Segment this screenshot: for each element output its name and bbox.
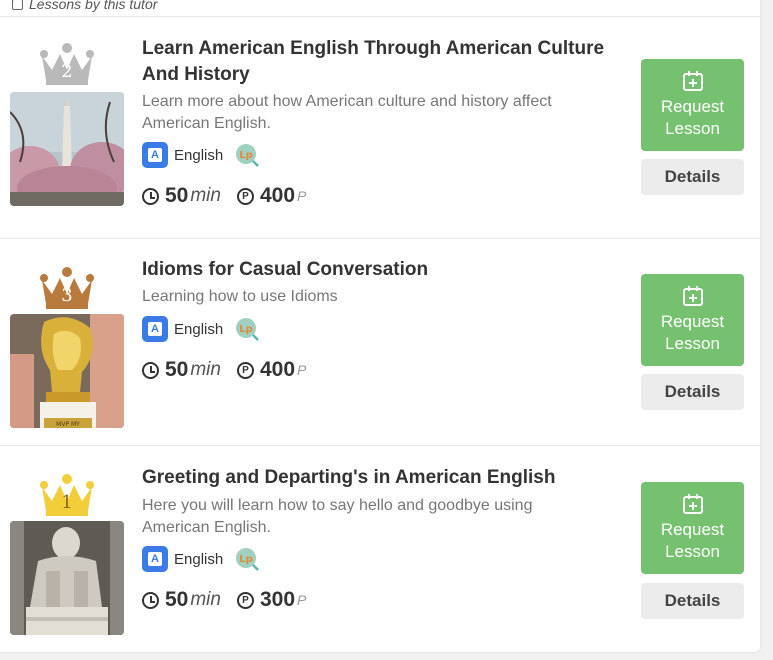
points-value: 400 <box>259 184 296 207</box>
request-label: Request <box>660 312 725 331</box>
svg-text:Lp: Lp <box>239 324 253 335</box>
request-label: Request <box>660 520 725 539</box>
points-unit: P <box>297 592 307 608</box>
language-icon: A <box>142 546 168 572</box>
duration-unit: min <box>190 589 221 610</box>
clock-icon <box>142 591 159 609</box>
request-lesson-button[interactable]: Request Lesson <box>641 274 744 366</box>
details-button[interactable]: Details <box>641 159 744 195</box>
lesson-tags: A English Lp <box>142 142 260 168</box>
details-button[interactable]: Details <box>641 583 744 619</box>
lesson-thumbnail[interactable] <box>10 521 124 635</box>
request-label: Lesson <box>665 334 720 353</box>
duration-value: 50 <box>165 588 189 611</box>
rank-crown-icon: 1 <box>38 471 96 517</box>
lesson-plan-icon: Lp <box>235 547 260 571</box>
request-lesson-button[interactable]: Request Lesson <box>641 59 744 151</box>
lesson-meta: 50 min P 400 P <box>142 183 306 209</box>
language-icon: A <box>142 316 168 342</box>
request-label: Request <box>660 97 725 116</box>
language-icon: A <box>142 142 168 168</box>
lesson-item: 3 MVP MY Idioms for Casual Conversation … <box>0 239 760 445</box>
points-value: 400 <box>259 358 296 381</box>
request-label: Lesson <box>665 119 720 138</box>
duration-unit: min <box>190 185 221 206</box>
lesson-description: Learning how to use Idioms <box>142 288 338 305</box>
rank-number: 2 <box>61 61 72 82</box>
lesson-title[interactable]: Learn American English Through American … <box>142 36 612 88</box>
svg-text:Lp: Lp <box>239 554 253 565</box>
lesson-description: Learn more about how American culture an… <box>142 93 552 132</box>
section-title: Lessons by this tutor <box>29 0 158 12</box>
lessons-card: Lessons by this tutor 2 Learn American E… <box>0 0 761 653</box>
points-unit: P <box>297 188 307 204</box>
duration-value: 50 <box>165 184 189 207</box>
lesson-plan-icon: Lp <box>235 317 260 341</box>
calendar-add-icon <box>682 71 703 91</box>
language-label: English <box>174 320 224 338</box>
language-label: English <box>174 146 224 164</box>
points-icon: P <box>236 361 254 379</box>
details-button[interactable]: Details <box>641 374 744 410</box>
lesson-plan-icon: Lp <box>235 143 260 167</box>
lesson-item: 2 Learn American English Through America… <box>0 16 760 238</box>
lesson-meta: 50 min P 300 P <box>142 587 306 613</box>
lesson-tags: A English Lp <box>142 546 260 572</box>
lesson-thumbnail[interactable] <box>10 92 124 206</box>
points-icon: P <box>236 187 254 205</box>
clock-icon <box>142 187 159 205</box>
lesson-title[interactable]: Greeting and Departing's in American Eng… <box>142 465 612 491</box>
points-unit: P <box>297 362 307 378</box>
request-label: Lesson <box>665 542 720 561</box>
lesson-meta: 50 min P 400 P <box>142 357 306 383</box>
lesson-tags: A English Lp <box>142 316 260 342</box>
rank-crown-icon: 3 <box>38 264 96 310</box>
clock-icon <box>142 361 159 379</box>
rank-number: 3 <box>61 285 72 306</box>
lesson-list-icon <box>12 0 23 10</box>
points-value: 300 <box>259 588 296 611</box>
duration-unit: min <box>190 359 221 380</box>
lesson-item: 1 Greeting and Departing's in American E… <box>0 446 760 652</box>
rank-crown-icon: 2 <box>38 40 96 86</box>
lesson-description: Here you will learn how to say hello and… <box>142 497 533 536</box>
lesson-title[interactable]: Idioms for Casual Conversation <box>142 257 612 283</box>
svg-text:Lp: Lp <box>239 150 253 161</box>
trophy-caption: MVP MY <box>56 421 80 428</box>
request-lesson-button[interactable]: Request Lesson <box>641 482 744 574</box>
lesson-thumbnail[interactable]: MVP MY <box>10 314 124 428</box>
calendar-add-icon <box>682 494 703 514</box>
points-icon: P <box>236 591 254 609</box>
duration-value: 50 <box>165 358 189 381</box>
language-label: English <box>174 550 224 568</box>
rank-number: 1 <box>61 492 72 513</box>
section-header: Lessons by this tutor <box>12 0 157 14</box>
calendar-add-icon <box>682 286 703 306</box>
